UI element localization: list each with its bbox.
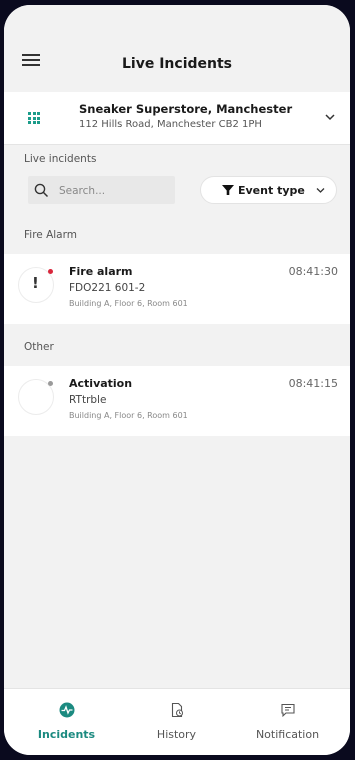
incident-code: RTtrble	[69, 394, 107, 406]
chevron-down-icon	[316, 188, 325, 193]
search-field[interactable]	[28, 176, 175, 204]
group-label-fire-alarm: Fire Alarm	[24, 229, 77, 241]
app-screen: Live Incidents Sneaker Superstore, Manch…	[4, 5, 350, 755]
incident-location: Building A, Floor 6, Room 601	[69, 299, 188, 308]
incident-title: Activation	[69, 377, 133, 390]
group-label-other: Other	[24, 341, 54, 353]
nav-tab-notification[interactable]: Notification	[230, 689, 345, 755]
live-incidents-label: Live incidents	[24, 153, 97, 165]
search-input[interactable]	[57, 181, 171, 201]
incident-time: 08:41:30	[288, 265, 338, 278]
nav-tab-history[interactable]: History	[119, 689, 234, 755]
pulse-icon	[59, 702, 74, 718]
site-name: Sneaker Superstore, Manchester	[79, 102, 293, 116]
bottom-navigation: Incidents History Notification	[4, 688, 350, 755]
search-icon	[34, 183, 49, 198]
event-type-label: Event type	[238, 184, 305, 197]
status-dot	[48, 381, 53, 386]
filter-icon	[222, 185, 234, 195]
building-grid-icon	[28, 112, 40, 124]
incident-row-activation[interactable]: Activation RTtrble Building A, Floor 6, …	[4, 366, 350, 436]
app-header: Live Incidents	[4, 5, 350, 103]
incident-code: FDO221 601-2	[69, 282, 146, 294]
nav-label-incidents: Incidents	[37, 728, 96, 741]
incident-title: Fire alarm	[69, 265, 133, 278]
nav-tab-incidents[interactable]: Incidents	[9, 689, 124, 755]
message-icon	[280, 703, 295, 718]
site-address: 112 Hills Road, Manchester CB2 1PH	[79, 119, 262, 130]
nav-label-history: History	[156, 728, 197, 741]
alarm-status-dot	[48, 269, 53, 274]
page-title: Live Incidents	[122, 56, 232, 72]
incident-time: 08:41:15	[288, 377, 338, 390]
incident-location: Building A, Floor 6, Room 601	[69, 411, 188, 420]
chevron-down-icon[interactable]	[324, 112, 336, 122]
event-type-filter-button[interactable]: Event type	[200, 176, 337, 204]
history-document-icon	[171, 702, 183, 718]
incident-row-fire-alarm[interactable]: ! Fire alarm FDO221 601-2 Building A, Fl…	[4, 254, 350, 324]
nav-label-notification: Notification	[255, 728, 320, 741]
site-selector[interactable]: Sneaker Superstore, Manchester 112 Hills…	[4, 92, 350, 145]
